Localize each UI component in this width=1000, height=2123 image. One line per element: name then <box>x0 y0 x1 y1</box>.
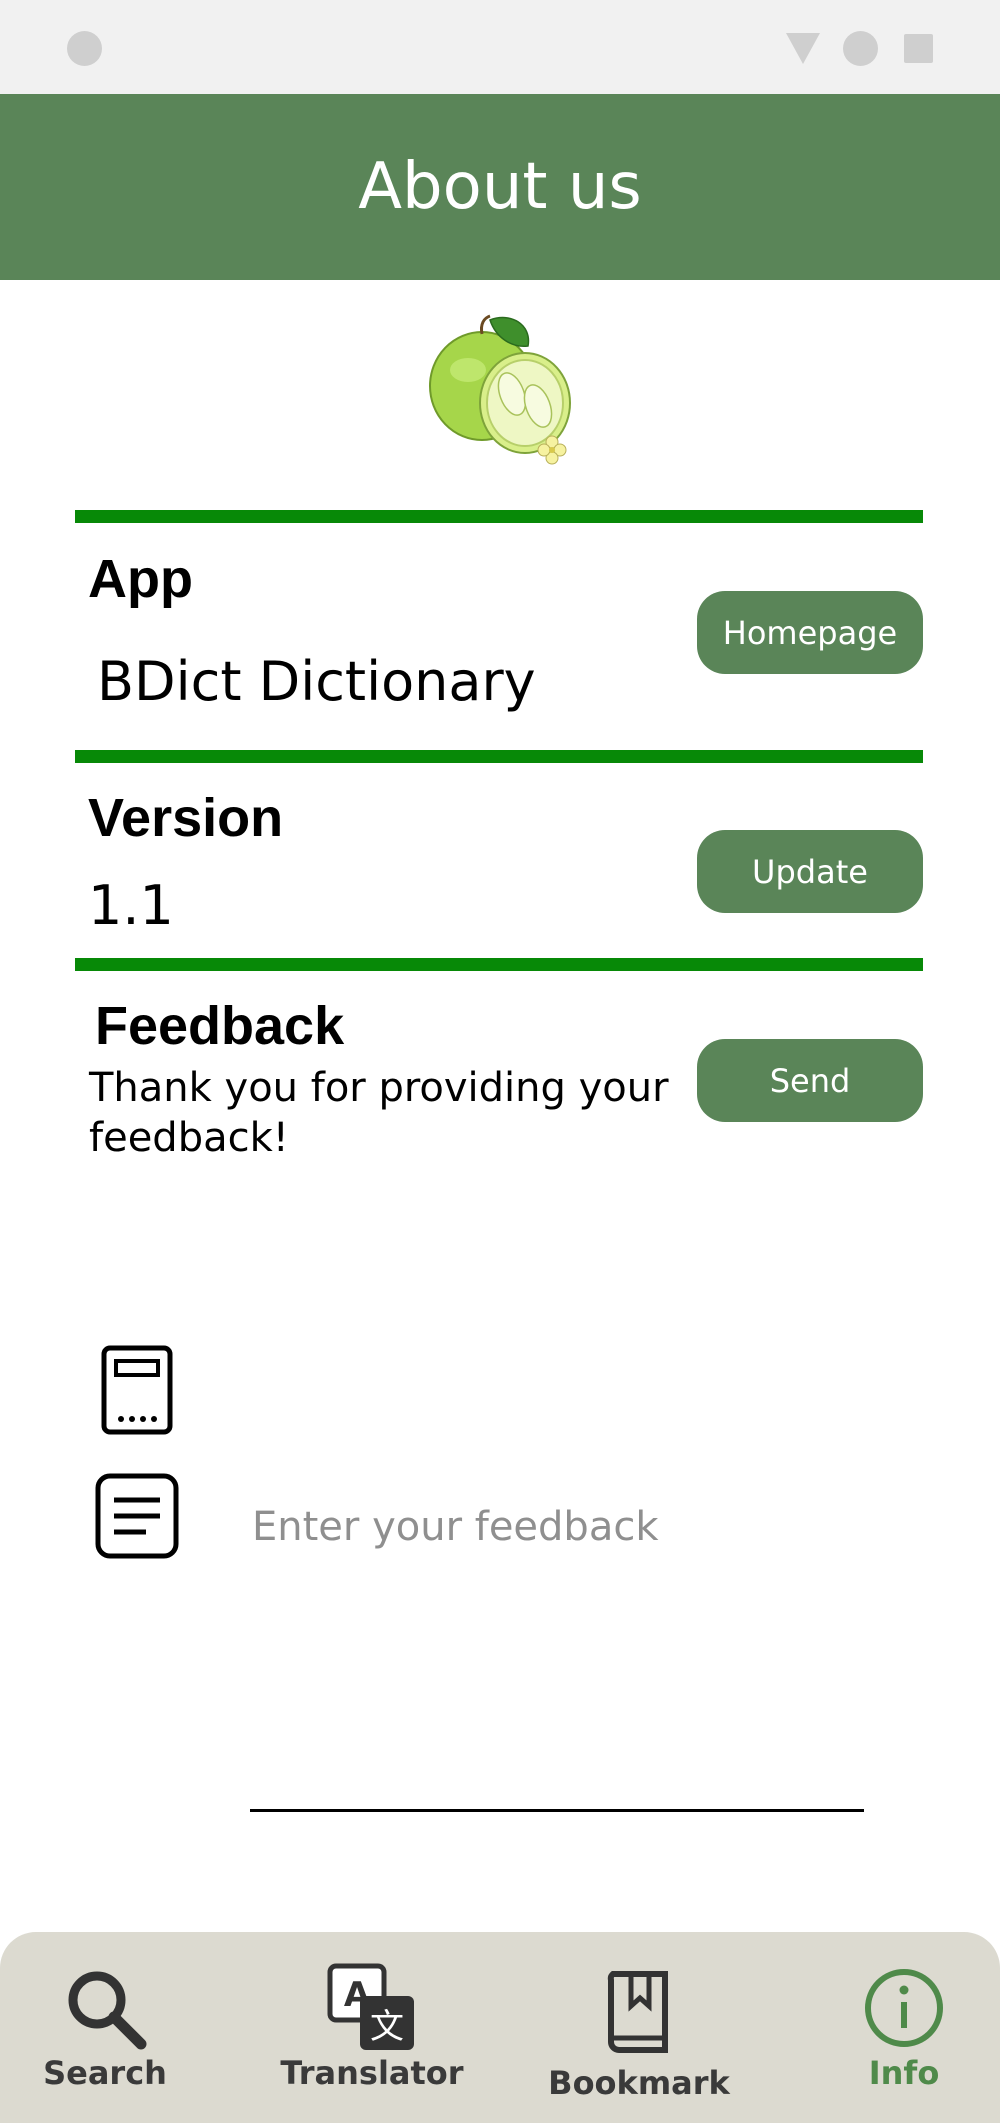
homepage-button[interactable]: Homepage <box>697 591 923 674</box>
info-icon <box>865 1969 943 2047</box>
notes-icon <box>95 1473 179 1559</box>
app-bar: About us <box>0 94 1000 280</box>
feedback-input-underline <box>250 1809 864 1812</box>
nav-item-search[interactable]: Search <box>25 1932 185 2123</box>
wifi-icon <box>786 33 820 64</box>
feedback-description-line-2: feedback! <box>89 1115 289 1161</box>
nav-label-info: Info <box>868 2054 940 2092</box>
version-section-title: Version <box>88 788 284 848</box>
app-section-title: App <box>88 549 193 609</box>
feedback-description-line-1: Thank you for providing your <box>89 1065 669 1111</box>
feedback-input[interactable] <box>250 1490 868 1564</box>
divider <box>75 958 923 971</box>
divider <box>75 510 923 523</box>
translate-icon: A 文 <box>327 1963 414 2050</box>
update-button[interactable]: Update <box>697 830 923 913</box>
app-logo <box>429 314 571 465</box>
app-name: BDict Dictionary <box>97 650 536 713</box>
status-bar <box>0 0 1000 94</box>
bookmark-icon <box>607 1971 668 2053</box>
notification-dot-icon <box>67 31 102 66</box>
send-button[interactable]: Send <box>697 1039 923 1122</box>
bottom-nav: Search A 文 Translator Bookmark Info <box>0 1932 1000 2123</box>
battery-icon <box>904 34 933 63</box>
search-icon <box>68 1971 147 2050</box>
version-number: 1.1 <box>88 874 174 937</box>
nav-label-bookmark: Bookmark <box>548 2064 730 2102</box>
nav-item-translator[interactable]: A 文 Translator <box>272 1932 472 2123</box>
page-title: About us <box>358 150 642 224</box>
divider <box>75 750 923 763</box>
nav-item-bookmark[interactable]: Bookmark <box>544 1932 734 2123</box>
signal-icon <box>843 31 878 66</box>
svg-text:文: 文 <box>370 2007 404 2047</box>
nav-label-search: Search <box>43 2054 167 2092</box>
nav-label-translator: Translator <box>280 2054 464 2092</box>
feedback-section-title: Feedback <box>95 996 345 1056</box>
device-icon <box>101 1345 173 1435</box>
nav-item-info[interactable]: Info <box>824 1932 984 2123</box>
